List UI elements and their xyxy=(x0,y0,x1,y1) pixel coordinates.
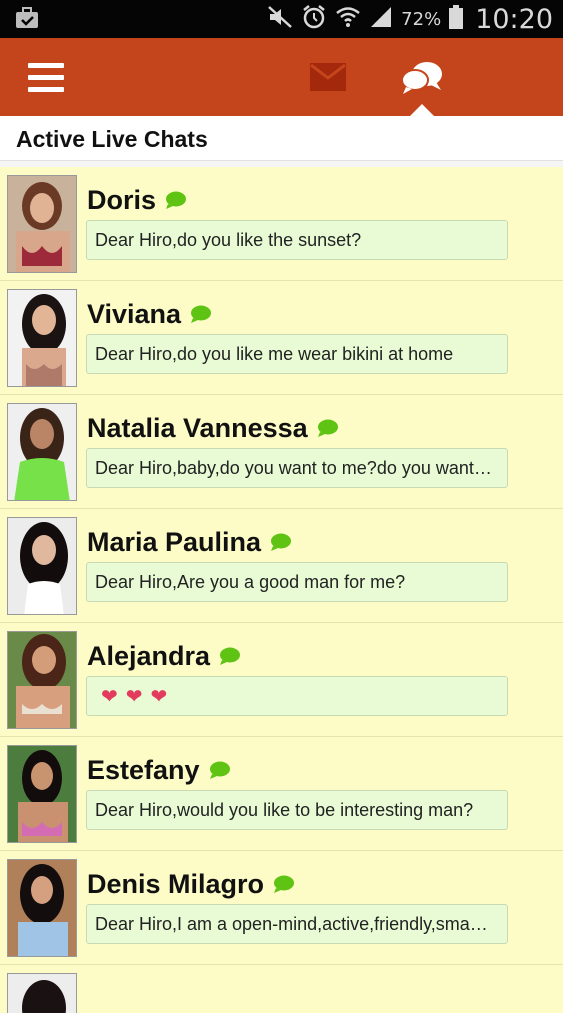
contact-name: Maria Paulina xyxy=(87,527,262,557)
mute-icon xyxy=(267,5,293,34)
page-title: Active Live Chats xyxy=(16,126,208,152)
heart-emoji-icon: ❤ xyxy=(150,685,168,708)
contact-name: Doris xyxy=(87,185,157,215)
signal-icon xyxy=(369,5,393,34)
chat-bubbles-icon[interactable] xyxy=(400,60,444,101)
avatar xyxy=(7,403,77,501)
chat-row-denis-milagro[interactable]: Denis Milagro Dear Hiro,I am a open-mind… xyxy=(0,851,563,965)
chat-row-alejandra[interactable]: Alejandra ❤ ❤ ❤ xyxy=(0,623,563,737)
heart-emoji-icon: ❤ xyxy=(125,685,143,708)
status-bar: 72% 10:20 xyxy=(0,0,563,38)
battery-icon xyxy=(449,4,464,34)
online-chat-icon xyxy=(190,299,212,330)
chat-row-estefany[interactable]: Estefany Dear Hiro,would you like to be … xyxy=(0,737,563,851)
online-chat-icon xyxy=(270,527,292,558)
contact-name: Estefany xyxy=(87,755,200,785)
message-preview: Dear Hiro,Are you a good man for me? xyxy=(86,562,508,602)
heart-emoji-icon: ❤ xyxy=(101,685,118,708)
message-preview: Dear Hiro,do you like the sunset? xyxy=(86,220,508,260)
battery-percent: 72% xyxy=(401,8,442,30)
avatar xyxy=(7,175,77,273)
online-chat-icon xyxy=(209,755,231,786)
message-preview: ❤ ❤ ❤ xyxy=(86,676,508,716)
message-preview: Dear Hiro,would you like to be interesti… xyxy=(86,790,508,830)
briefcase-check-icon xyxy=(14,6,40,35)
contact-name: Viviana xyxy=(87,299,182,329)
chat-row-natalia-vannessa[interactable]: Natalia Vannessa Dear Hiro,baby,do you w… xyxy=(0,395,563,509)
mail-icon[interactable] xyxy=(310,63,346,96)
avatar xyxy=(7,289,77,387)
clock-time: 10:20 xyxy=(475,3,553,35)
online-chat-icon xyxy=(219,641,241,672)
avatar xyxy=(7,631,77,729)
wifi-icon xyxy=(335,5,361,34)
message-preview: Dear Hiro,I am a open-mind,active,friend… xyxy=(86,904,508,944)
avatar xyxy=(7,745,77,843)
alarm-icon xyxy=(301,4,327,35)
section-header: Active Live Chats xyxy=(0,116,563,161)
menu-icon[interactable] xyxy=(28,63,64,93)
message-preview: Dear Hiro,do you like me wear bikini at … xyxy=(86,334,508,374)
online-chat-icon xyxy=(317,413,339,444)
contact-name: Alejandra xyxy=(87,641,211,671)
chat-list: Doris Dear Hiro,do you like the sunset? … xyxy=(0,167,563,1013)
chat-row-viviana[interactable]: Viviana Dear Hiro,do you like me wear bi… xyxy=(0,281,563,395)
avatar xyxy=(7,973,77,1013)
chat-row-partial[interactable] xyxy=(0,965,563,1013)
avatar xyxy=(7,517,77,615)
chat-row-doris[interactable]: Doris Dear Hiro,do you like the sunset? xyxy=(0,167,563,281)
chat-row-maria-paulina[interactable]: Maria Paulina Dear Hiro,Are you a good m… xyxy=(0,509,563,623)
avatar xyxy=(7,859,77,957)
app-bar xyxy=(0,38,563,116)
active-tab-pointer xyxy=(410,104,434,116)
contact-name: Natalia Vannessa xyxy=(87,413,308,443)
contact-name: Denis Milagro xyxy=(87,869,265,899)
online-chat-icon xyxy=(273,869,295,900)
message-preview: Dear Hiro,baby,do you want to me?do you … xyxy=(86,448,508,488)
online-chat-icon xyxy=(165,185,187,216)
